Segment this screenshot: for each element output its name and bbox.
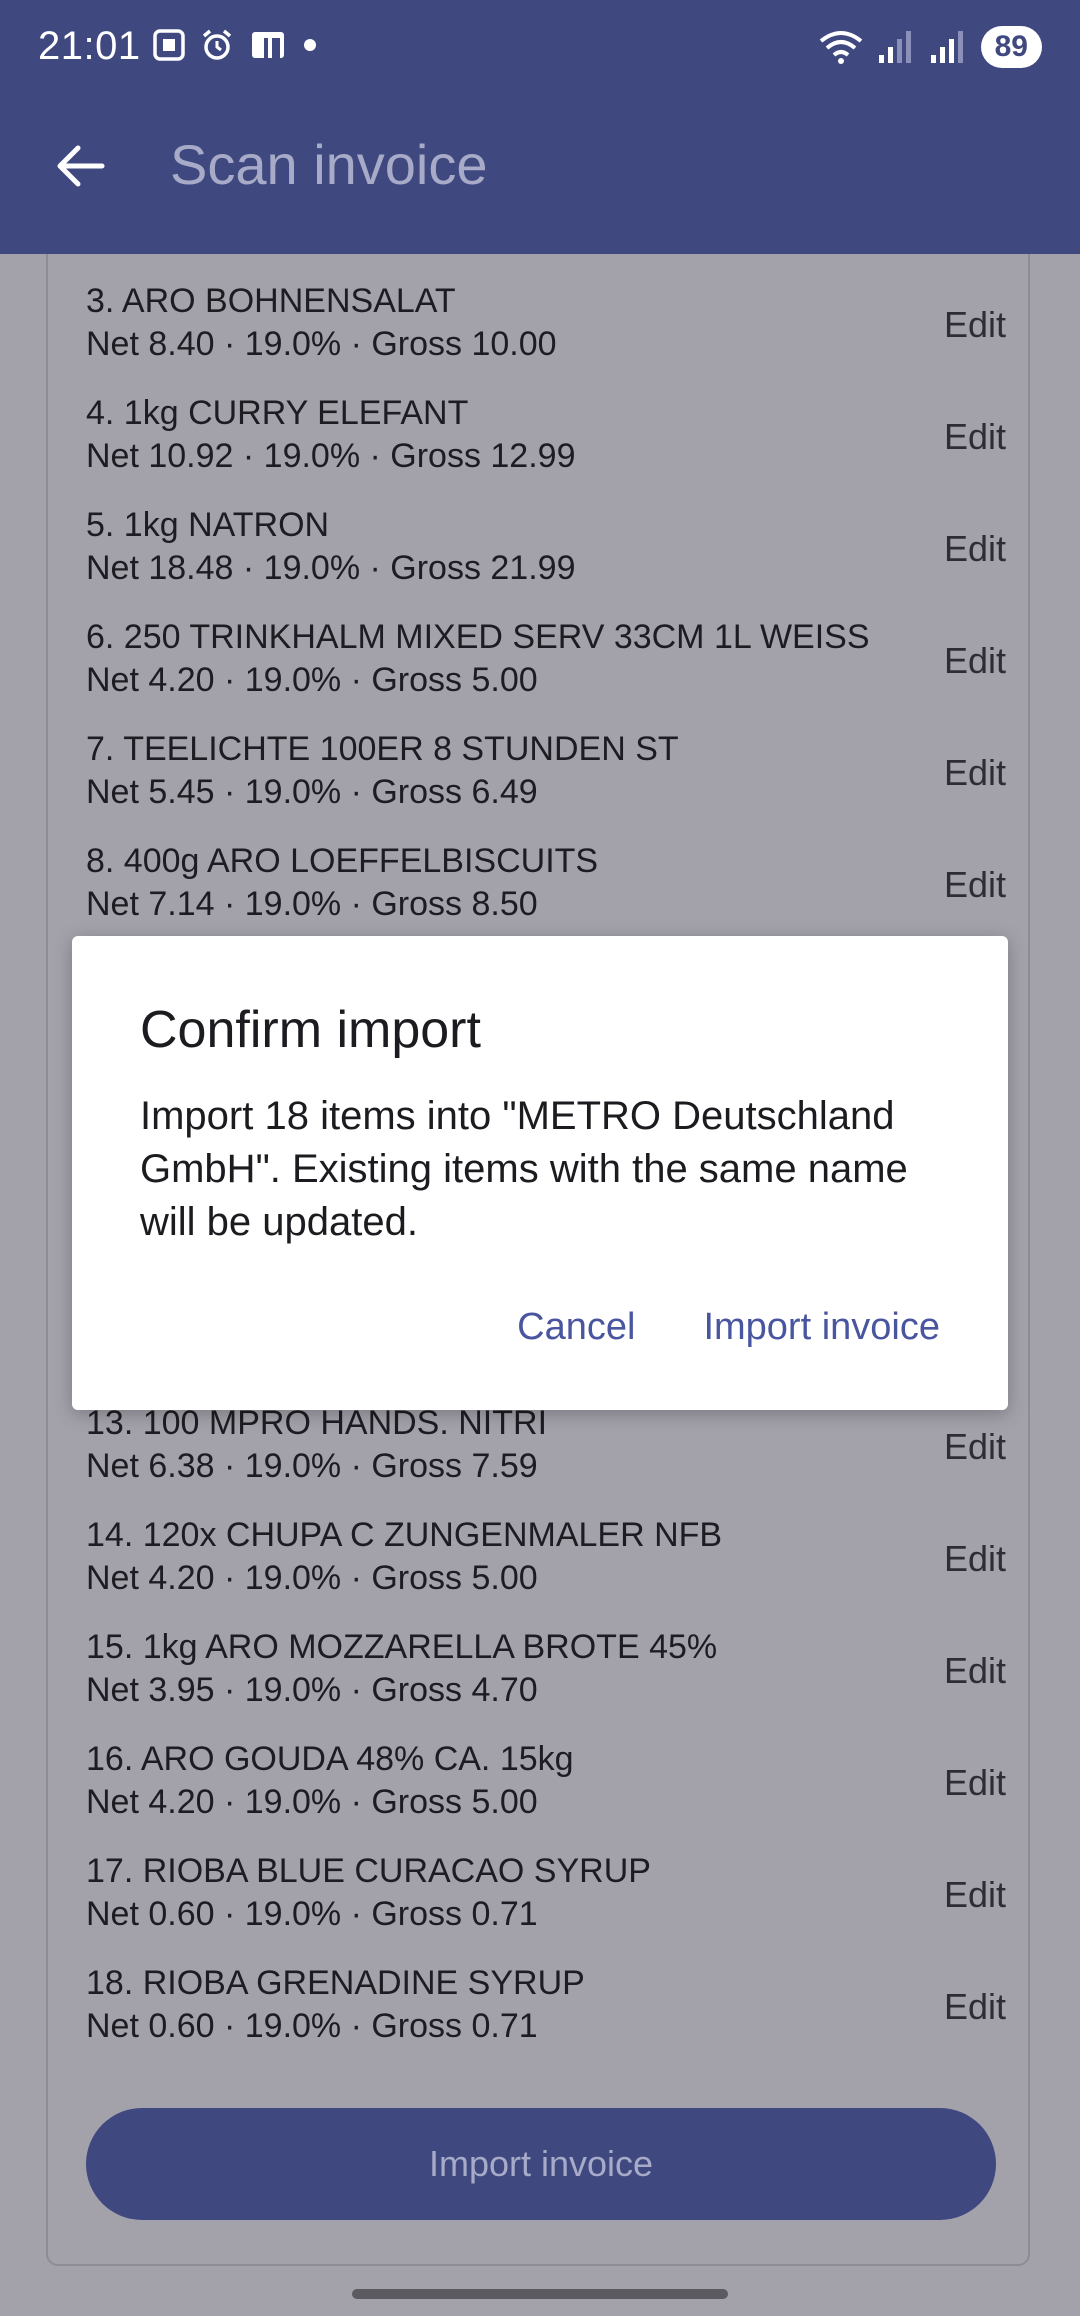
signal-icon: [878, 31, 911, 63]
item-name: 5. 1kg NATRON: [86, 506, 330, 544]
list-item: 6. 250 TRINKHALM MIXED SERV 33CM 1L WEIS…: [86, 618, 1006, 730]
item-meta: Net 4.20 · 19.0% · Gross 5.00: [86, 661, 538, 699]
dialog-actions: Cancel Import invoice: [517, 1306, 940, 1349]
list-item: 18. RIOBA GRENADINE SYRUP Net 0.60 · 19.…: [86, 1964, 1006, 2076]
edit-button[interactable]: Edit: [944, 1762, 1006, 1804]
page-title: Scan invoice: [170, 133, 488, 196]
list-item: 13. 100 MPRO HANDS. NITRI Net 6.38 · 19.…: [86, 1404, 1006, 1516]
item-name: 18. RIOBA GRENADINE SYRUP: [86, 1964, 585, 2002]
app-header: 21:01 89 Scan invoice: [0, 0, 1080, 254]
list-item: 14. 120x CHUPA C ZUNGENMALER NFB Net 4.2…: [86, 1516, 1006, 1628]
item-meta: Net 18.48 · 19.0% · Gross 21.99: [86, 549, 576, 587]
edit-button[interactable]: Edit: [944, 1538, 1006, 1580]
status-icons-right: 89: [817, 26, 1042, 68]
item-meta: Net 0.60 · 19.0% · Gross 0.71: [86, 1895, 538, 1933]
status-time: 21:01: [38, 24, 141, 68]
item-meta: Net 7.14 · 19.0% · Gross 8.50: [86, 885, 538, 923]
item-name: 17. RIOBA BLUE CURACAO SYRUP: [86, 1852, 651, 1890]
home-indicator[interactable]: [352, 2289, 728, 2299]
back-arrow-icon[interactable]: [54, 140, 106, 192]
sim-icon: [252, 32, 284, 58]
confirm-import-dialog: Confirm import Import 18 items into "MET…: [72, 936, 1008, 1410]
dot-icon: [304, 39, 316, 51]
edit-button[interactable]: Edit: [944, 528, 1006, 570]
status-icons-left: [152, 28, 318, 62]
list-item: 7. TEELICHTE 100ER 8 STUNDEN ST Net 5.45…: [86, 730, 1006, 842]
list-item: 4. 1kg CURRY ELEFANT Net 10.92 · 19.0% ·…: [86, 394, 1006, 506]
edit-button[interactable]: Edit: [944, 640, 1006, 682]
item-meta: Net 10.92 · 19.0% · Gross 12.99: [86, 437, 576, 475]
cancel-button[interactable]: Cancel: [517, 1306, 635, 1349]
list-item: 5. 1kg NATRON Net 18.48 · 19.0% · Gross …: [86, 506, 1006, 618]
edit-button[interactable]: Edit: [944, 1986, 1006, 2028]
list-item: 17. RIOBA BLUE CURACAO SYRUP Net 0.60 · …: [86, 1852, 1006, 1964]
dialog-message: Import 18 items into "METRO Deutschland …: [140, 1094, 908, 1244]
item-meta: Net 6.38 · 19.0% · Gross 7.59: [86, 1447, 538, 1485]
edit-button[interactable]: Edit: [944, 752, 1006, 794]
item-name: 4. 1kg CURRY ELEFANT: [86, 394, 469, 432]
item-name: 3. ARO BOHNENSALAT: [86, 282, 456, 320]
item-meta: Net 5.45 · 19.0% · Gross 6.49: [86, 773, 538, 811]
edit-button[interactable]: Edit: [944, 864, 1006, 906]
edit-button[interactable]: Edit: [944, 1650, 1006, 1692]
item-name: 14. 120x CHUPA C ZUNGENMALER NFB: [86, 1516, 723, 1554]
item-name: 16. ARO GOUDA 48% CA. 15kg: [86, 1740, 574, 1778]
battery-indicator: 89: [980, 26, 1042, 68]
item-meta: Net 8.40 · 19.0% · Gross 10.00: [86, 325, 557, 363]
item-name: 15. 1kg ARO MOZZARELLA BROTE 45%: [86, 1628, 718, 1666]
item-name: 8. 400g ARO LOEFFELBISCUITS: [86, 842, 599, 880]
wifi-icon: [819, 31, 862, 64]
list-item: 15. 1kg ARO MOZZARELLA BROTE 45% Net 3.9…: [86, 1628, 1006, 1740]
dialog-title: Confirm import: [140, 1001, 481, 1059]
item-meta: Net 3.95 · 19.0% · Gross 4.70: [86, 1671, 538, 1709]
list-item: 16. ARO GOUDA 48% CA. 15kg Net 4.20 · 19…: [86, 1740, 1006, 1852]
item-name: 6. 250 TRINKHALM MIXED SERV 33CM 1L WEIS…: [86, 618, 870, 656]
confirm-import-button[interactable]: Import invoice: [703, 1306, 940, 1349]
edit-button[interactable]: Edit: [944, 1426, 1006, 1468]
item-meta: Net 4.20 · 19.0% · Gross 5.00: [86, 1559, 538, 1597]
item-meta: Net 0.60 · 19.0% · Gross 0.71: [86, 2007, 538, 2045]
list-item: 3. ARO BOHNENSALAT Net 8.40 · 19.0% · Gr…: [86, 282, 1006, 394]
item-name: 7. TEELICHTE 100ER 8 STUNDEN ST: [86, 730, 679, 768]
signal-icon: [930, 31, 963, 63]
edit-button[interactable]: Edit: [944, 304, 1006, 346]
item-meta: Net 4.20 · 19.0% · Gross 5.00: [86, 1783, 538, 1821]
edit-button[interactable]: Edit: [944, 416, 1006, 458]
edit-button[interactable]: Edit: [944, 1874, 1006, 1916]
alarm-icon: [202, 29, 232, 60]
screenshot-icon: [153, 29, 185, 61]
import-invoice-button[interactable]: Import invoice: [86, 2108, 996, 2220]
